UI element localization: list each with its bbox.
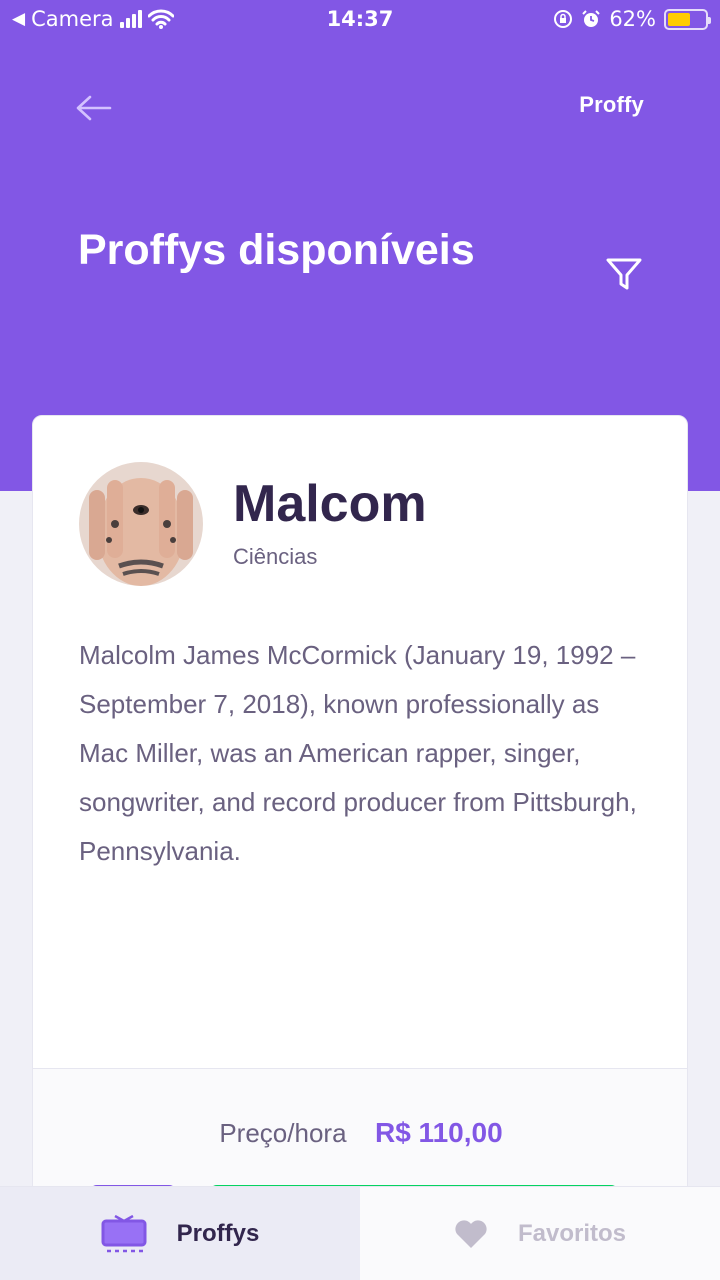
price-value: R$ 110,00 <box>374 1117 503 1148</box>
avatar-image <box>79 462 203 586</box>
heart-icon <box>455 1219 487 1248</box>
tab-label-proffys: Proffys <box>176 1219 260 1247</box>
rotation-lock-icon <box>554 10 573 28</box>
proffy-logo: Proffy <box>579 92 644 117</box>
tab-favoritos[interactable]: Favoritos <box>360 1187 720 1280</box>
battery-icon <box>664 8 711 30</box>
battery-percent: 62% <box>609 7 656 31</box>
tab-label-favoritos: Favoritos <box>517 1219 627 1247</box>
tab-proffys[interactable]: Proffys <box>0 1187 360 1280</box>
teacher-card: Malcom Ciências Malcolm James McCormick … <box>32 415 688 1215</box>
tv-icon <box>101 1214 147 1252</box>
status-bar: ◀ Camera 14:37 62% <box>0 0 720 40</box>
page-title: Proffys disponíveis <box>78 226 475 274</box>
teacher-subject: Ciências <box>233 544 318 569</box>
top-bar: Proffy <box>0 70 720 146</box>
alarm-icon <box>582 10 601 27</box>
filter-icon[interactable] <box>602 252 646 296</box>
arrow-left-icon[interactable] <box>72 88 116 128</box>
tab-bar: Proffys Favoritos <box>0 1186 720 1280</box>
teacher-bio: Malcolm James McCormick (January 19, 199… <box>79 640 637 866</box>
price-row: Preço/hora R$ 110,00 <box>33 1117 687 1149</box>
price-label: Preço/hora <box>219 1118 347 1148</box>
teacher-name: Malcom <box>233 475 427 533</box>
teacher-avatar[interactable] <box>79 462 203 586</box>
